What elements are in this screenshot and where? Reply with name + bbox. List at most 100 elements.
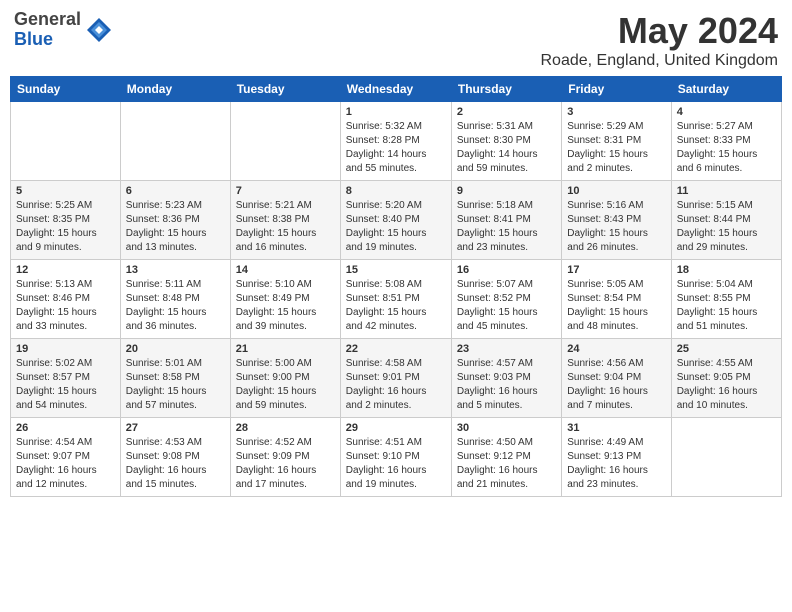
day-number: 13	[126, 264, 225, 276]
calendar-header-thursday: Thursday	[451, 77, 561, 102]
day-number: 1	[346, 106, 446, 118]
day-number: 21	[236, 343, 335, 355]
calendar-cell: 24Sunrise: 4:56 AM Sunset: 9:04 PM Dayli…	[562, 339, 671, 418]
calendar-week-row: 12 Sunrise: 5:13 AM Sunset: 8:46 PM Dayli…	[11, 260, 782, 339]
calendar-cell	[120, 102, 230, 181]
calendar-cell: 8Sunrise: 5:20 AM Sunset: 8:40 PM Daylig…	[340, 181, 451, 260]
day-number: 26	[16, 422, 115, 434]
calendar-cell	[671, 418, 781, 497]
day-number: 16	[457, 264, 556, 276]
calendar-week-row: 26 Sunrise: 4:54 AM Sunset: 9:07 PM Dayli…	[11, 418, 782, 497]
day-number: 27	[126, 422, 225, 434]
day-number: 30	[457, 422, 556, 434]
day-info: Sunrise: 4:57 AM Sunset: 9:03 PM Dayligh…	[457, 357, 556, 413]
logo-icon	[85, 16, 113, 44]
day-info: Sunrise: 5:07 AM Sunset: 8:52 PM Dayligh…	[457, 278, 556, 334]
day-number: 2	[457, 106, 556, 118]
logo-blue: Blue	[14, 30, 81, 50]
day-number: 22	[346, 343, 446, 355]
calendar-cell: 11 Sunrise: 5:15 AM Sunset: 8:44 PM Dayli…	[671, 181, 781, 260]
day-info: Sunrise: 5:04 AM Sunset: 8:55 PM Dayligh…	[677, 278, 776, 334]
calendar-cell: 6 Sunrise: 5:23 AM Sunset: 8:36 PM Daylig…	[120, 181, 230, 260]
day-info: Sunrise: 5:18 AM Sunset: 8:41 PM Dayligh…	[457, 199, 556, 255]
title-block: May 2024 Roade, England, United Kingdom	[541, 10, 779, 70]
calendar-cell: 7 Sunrise: 5:21 AM Sunset: 8:38 PM Daylig…	[230, 181, 340, 260]
day-number: 6	[126, 185, 225, 197]
day-info: Sunrise: 5:27 AM Sunset: 8:33 PM Dayligh…	[677, 120, 776, 176]
calendar-cell: 30 Sunrise: 4:50 AM Sunset: 9:12 PM Dayli…	[451, 418, 561, 497]
day-number: 18	[677, 264, 776, 276]
day-info: Sunrise: 5:29 AM Sunset: 8:31 PM Dayligh…	[567, 120, 665, 176]
day-number: 28	[236, 422, 335, 434]
calendar-cell: 21Sunrise: 5:00 AM Sunset: 9:00 PM Dayli…	[230, 339, 340, 418]
calendar-header-monday: Monday	[120, 77, 230, 102]
calendar-header-tuesday: Tuesday	[230, 77, 340, 102]
day-info: Sunrise: 5:25 AM Sunset: 8:35 PM Dayligh…	[16, 199, 115, 255]
day-info: Sunrise: 5:15 AM Sunset: 8:44 PM Dayligh…	[677, 199, 776, 255]
calendar-header-sunday: Sunday	[11, 77, 121, 102]
calendar-cell: 18 Sunrise: 5:04 AM Sunset: 8:55 PM Dayli…	[671, 260, 781, 339]
calendar-cell	[11, 102, 121, 181]
day-info: Sunrise: 4:53 AM Sunset: 9:08 PM Dayligh…	[126, 436, 225, 492]
logo-text: General Blue	[14, 10, 81, 50]
day-number: 17	[567, 264, 665, 276]
day-info: Sunrise: 5:02 AM Sunset: 8:57 PM Dayligh…	[16, 357, 115, 413]
calendar-cell: 13Sunrise: 5:11 AM Sunset: 8:48 PM Dayli…	[120, 260, 230, 339]
calendar-cell: 25Sunrise: 4:55 AM Sunset: 9:05 PM Dayli…	[671, 339, 781, 418]
day-number: 10	[567, 185, 665, 197]
calendar-cell: 12 Sunrise: 5:13 AM Sunset: 8:46 PM Dayli…	[11, 260, 121, 339]
logo: General Blue	[14, 10, 113, 50]
day-info: Sunrise: 5:23 AM Sunset: 8:36 PM Dayligh…	[126, 199, 225, 255]
day-info: Sunrise: 5:01 AM Sunset: 8:58 PM Dayligh…	[126, 357, 225, 413]
day-number: 5	[16, 185, 115, 197]
calendar-week-row: 5 Sunrise: 5:25 AM Sunset: 8:35 PM Daylig…	[11, 181, 782, 260]
page-header: General Blue May 2024 Roade, England, Un…	[10, 10, 782, 70]
day-number: 24	[567, 343, 665, 355]
calendar-cell: 16 Sunrise: 5:07 AM Sunset: 8:52 PM Dayli…	[451, 260, 561, 339]
calendar-week-row: 19Sunrise: 5:02 AM Sunset: 8:57 PM Dayli…	[11, 339, 782, 418]
day-number: 8	[346, 185, 446, 197]
day-number: 7	[236, 185, 335, 197]
day-number: 11	[677, 185, 776, 197]
day-info: Sunrise: 5:10 AM Sunset: 8:49 PM Dayligh…	[236, 278, 335, 334]
day-info: Sunrise: 4:49 AM Sunset: 9:13 PM Dayligh…	[567, 436, 665, 492]
calendar-header-row: SundayMondayTuesdayWednesdayThursdayFrid…	[11, 77, 782, 102]
calendar-cell: 28 Sunrise: 4:52 AM Sunset: 9:09 PM Dayli…	[230, 418, 340, 497]
calendar-cell: 22 Sunrise: 4:58 AM Sunset: 9:01 PM Dayli…	[340, 339, 451, 418]
calendar-cell: 27 Sunrise: 4:53 AM Sunset: 9:08 PM Dayli…	[120, 418, 230, 497]
calendar-cell: 2 Sunrise: 5:31 AM Sunset: 8:30 PM Daylig…	[451, 102, 561, 181]
calendar-cell	[230, 102, 340, 181]
calendar-cell: 20 Sunrise: 5:01 AM Sunset: 8:58 PM Dayli…	[120, 339, 230, 418]
day-info: Sunrise: 5:08 AM Sunset: 8:51 PM Dayligh…	[346, 278, 446, 334]
day-info: Sunrise: 5:13 AM Sunset: 8:46 PM Dayligh…	[16, 278, 115, 334]
day-info: Sunrise: 4:54 AM Sunset: 9:07 PM Dayligh…	[16, 436, 115, 492]
day-info: Sunrise: 5:21 AM Sunset: 8:38 PM Dayligh…	[236, 199, 335, 255]
subtitle: Roade, England, United Kingdom	[541, 52, 779, 70]
main-title: May 2024	[541, 10, 779, 52]
day-number: 23	[457, 343, 556, 355]
calendar-cell: 5 Sunrise: 5:25 AM Sunset: 8:35 PM Daylig…	[11, 181, 121, 260]
day-info: Sunrise: 4:58 AM Sunset: 9:01 PM Dayligh…	[346, 357, 446, 413]
day-number: 14	[236, 264, 335, 276]
calendar-header-saturday: Saturday	[671, 77, 781, 102]
day-number: 4	[677, 106, 776, 118]
day-info: Sunrise: 4:51 AM Sunset: 9:10 PM Dayligh…	[346, 436, 446, 492]
day-number: 3	[567, 106, 665, 118]
calendar-cell: 19Sunrise: 5:02 AM Sunset: 8:57 PM Dayli…	[11, 339, 121, 418]
day-info: Sunrise: 4:52 AM Sunset: 9:09 PM Dayligh…	[236, 436, 335, 492]
day-info: Sunrise: 5:31 AM Sunset: 8:30 PM Dayligh…	[457, 120, 556, 176]
calendar-cell: 1Sunrise: 5:32 AM Sunset: 8:28 PM Daylig…	[340, 102, 451, 181]
day-info: Sunrise: 5:05 AM Sunset: 8:54 PM Dayligh…	[567, 278, 665, 334]
day-info: Sunrise: 4:50 AM Sunset: 9:12 PM Dayligh…	[457, 436, 556, 492]
calendar-cell: 26 Sunrise: 4:54 AM Sunset: 9:07 PM Dayli…	[11, 418, 121, 497]
calendar-cell: 15Sunrise: 5:08 AM Sunset: 8:51 PM Dayli…	[340, 260, 451, 339]
day-number: 12	[16, 264, 115, 276]
day-number: 20	[126, 343, 225, 355]
day-number: 9	[457, 185, 556, 197]
day-number: 31	[567, 422, 665, 434]
logo-general: General	[14, 10, 81, 30]
calendar-cell: 31 Sunrise: 4:49 AM Sunset: 9:13 PM Dayli…	[562, 418, 671, 497]
day-number: 25	[677, 343, 776, 355]
calendar-cell: 29Sunrise: 4:51 AM Sunset: 9:10 PM Dayli…	[340, 418, 451, 497]
calendar-cell: 3 Sunrise: 5:29 AM Sunset: 8:31 PM Daylig…	[562, 102, 671, 181]
